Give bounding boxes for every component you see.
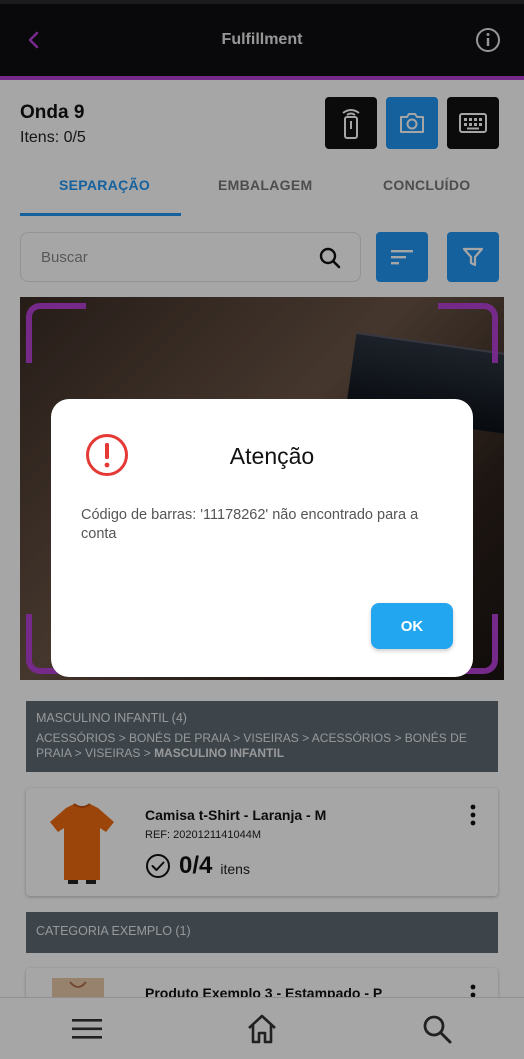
alert-dialog: Atenção Código de barras: '11178262' não…: [51, 399, 473, 677]
dialog-message: Código de barras: '11178262' não encontr…: [81, 507, 419, 542]
ok-button[interactable]: OK: [371, 603, 453, 649]
dialog-title: Atenção: [229, 443, 315, 469]
